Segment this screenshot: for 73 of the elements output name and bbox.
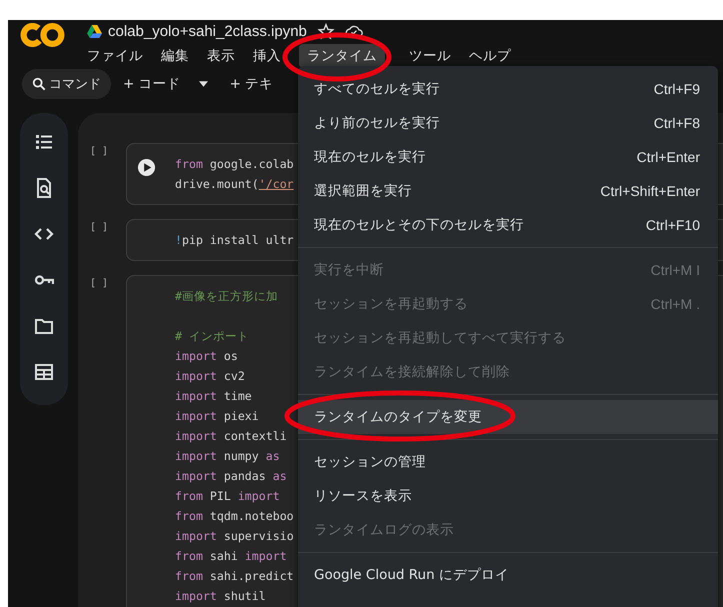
menu-item-label: リソースを表示	[314, 487, 412, 505]
code-line: import supervisio	[175, 528, 294, 545]
menu-item[interactable]: セッションの管理	[298, 445, 718, 479]
code-line: from sahi.predict	[175, 568, 294, 585]
keyboard-shortcut: Ctrl+F8	[654, 115, 700, 131]
code-line: from PIL import	[175, 488, 281, 505]
menu-item-label: 現在のセルを実行	[314, 148, 426, 166]
add-code-button[interactable]: + コード	[115, 71, 189, 97]
search-icon	[32, 77, 46, 91]
code-line: from google.colab	[175, 156, 294, 173]
menu-item[interactable]: より前のセルを実行 Ctrl+F8	[298, 106, 718, 140]
menu-tab[interactable]: 編集	[153, 44, 197, 68]
caret-icon[interactable]	[198, 81, 208, 87]
menu-item-label: セッションの管理	[314, 453, 426, 471]
menu-item-label: 選択範囲を実行	[314, 182, 412, 200]
code-line: import pandas as	[175, 468, 288, 485]
menu-item[interactable]: 選択範囲を実行 Ctrl+Shift+Enter	[298, 174, 718, 208]
cell-status: [ ]	[90, 277, 110, 289]
menu-item-label: ランタイムのタイプを変更	[314, 408, 482, 426]
code-line: drive.mount('/cor	[175, 176, 294, 193]
code-line: from tqdm.noteboo	[175, 508, 294, 525]
menu-tab[interactable]: ファイル	[79, 44, 151, 68]
keyboard-shortcut: Ctrl+Enter	[636, 149, 700, 165]
keyboard-shortcut: Ctrl+M .	[650, 296, 700, 312]
menu-item-label: セッションを再起動してすべて実行する	[314, 329, 566, 347]
cell-status: [ ]	[90, 221, 110, 233]
code-line: import numpy as	[175, 448, 281, 465]
notebook-title[interactable]: colab_yolo+sahi_2class.ipynb	[108, 22, 307, 40]
menu-item-label: ランタイムログの表示	[314, 521, 454, 539]
menu-item-label: Google Cloud Run にデプロイ	[314, 566, 509, 584]
logo-icon[interactable]	[20, 21, 66, 49]
command-search-button[interactable]: コマンド	[22, 69, 111, 99]
document-search-icon[interactable]	[34, 178, 54, 198]
menu-tab[interactable]: ランタイム	[299, 44, 385, 68]
code-line: !pip install ultr	[175, 232, 294, 249]
code-line: import contextli	[175, 428, 288, 445]
folder-icon[interactable]	[34, 316, 54, 336]
menu-item[interactable]: ランタイムのタイプを変更	[298, 400, 718, 434]
menu-item-label: 現在のセルとその下のセルを実行	[314, 216, 524, 234]
star-icon[interactable]	[316, 22, 335, 40]
keyboard-shortcut: Ctrl+F9	[654, 81, 700, 97]
code-line: import cv2	[175, 368, 246, 385]
menu-item-label: ランタイムを接続解除して削除	[314, 363, 510, 381]
keyboard-shortcut: Ctrl+M I	[650, 262, 700, 278]
menu-tab[interactable]: ツール	[401, 44, 459, 68]
drive-icon[interactable]	[87, 24, 102, 38]
menu-item-label: セッションを再起動する	[314, 295, 468, 313]
code-line: import piexi	[175, 408, 260, 425]
menu-item[interactable]: 現在のセルを実行 Ctrl+Enter	[298, 140, 718, 174]
menu-item-label: すべてのセルを実行	[314, 80, 440, 98]
menu-item-label: 実行を中断	[314, 261, 384, 279]
code-line: from sahi import	[175, 548, 288, 565]
list-icon[interactable]	[34, 132, 54, 152]
menu-item[interactable]: リソースを表示	[298, 479, 718, 513]
table-icon[interactable]	[34, 362, 54, 382]
menu-item-label: より前のセルを実行	[314, 114, 440, 132]
menu-tab[interactable]: ヘルプ	[461, 44, 519, 68]
menu-item[interactable]: Google Cloud Run にデプロイ	[298, 558, 718, 592]
menu-tab[interactable]: 挿入	[245, 44, 289, 68]
code-line: import os	[175, 348, 239, 365]
add-text-button[interactable]: + テキ	[222, 71, 282, 97]
menu-item[interactable]: すべてのセルを実行 Ctrl+F9	[298, 72, 718, 106]
code-line: import shutil	[175, 588, 267, 605]
code-line: import time	[175, 388, 253, 405]
menu-item[interactable]: 現在のセルとその下のセルを実行 Ctrl+F10	[298, 208, 718, 242]
keyboard-shortcut: Ctrl+F10	[646, 217, 700, 233]
code-line: # インポート	[175, 328, 250, 345]
code-line: #画像を正方形に加	[175, 288, 279, 305]
command-label: コマンド	[49, 76, 101, 93]
menu-tab[interactable]: 表示	[199, 44, 243, 68]
cell-status: [ ]	[90, 145, 110, 157]
run-button[interactable]	[137, 158, 156, 177]
keyboard-shortcut: Ctrl+Shift+Enter	[600, 183, 700, 199]
